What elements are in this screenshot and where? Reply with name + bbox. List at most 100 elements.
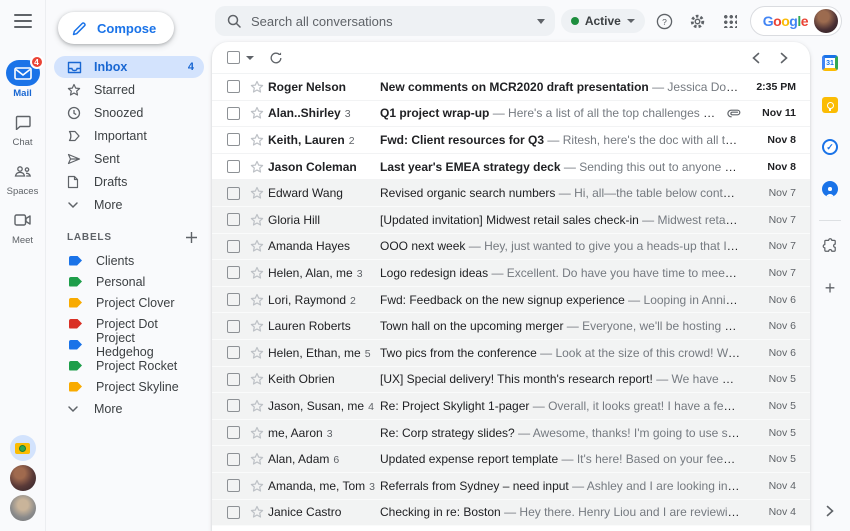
sidebar-label-item[interactable]: Project Hedgehog bbox=[54, 331, 204, 359]
apps-button[interactable] bbox=[717, 7, 744, 35]
star-toggle[interactable] bbox=[250, 133, 264, 147]
star-toggle[interactable] bbox=[250, 80, 264, 94]
rail-item-spaces[interactable]: Spaces bbox=[6, 158, 40, 197]
row-checkbox[interactable] bbox=[227, 239, 240, 253]
row-checkbox[interactable] bbox=[227, 399, 240, 413]
row-checkbox[interactable] bbox=[227, 266, 240, 280]
star-toggle[interactable] bbox=[250, 239, 264, 253]
row-checkbox[interactable] bbox=[227, 479, 240, 493]
row-checkbox[interactable] bbox=[227, 160, 240, 174]
avatar-contact-1[interactable] bbox=[9, 465, 36, 491]
rail-label-meet: Meet bbox=[11, 235, 34, 246]
star-toggle[interactable] bbox=[250, 266, 264, 280]
puzzle-icon bbox=[822, 237, 836, 252]
email-row[interactable]: Keith, Lauren 2 Fwd: Client resources fo… bbox=[212, 127, 810, 154]
sidebar-item-starred[interactable]: Starred bbox=[54, 79, 204, 101]
star-toggle[interactable] bbox=[250, 106, 264, 120]
help-button[interactable]: ? bbox=[651, 7, 678, 35]
email-row[interactable]: Jason Coleman Last year's EMEA strategy … bbox=[212, 154, 810, 181]
star-toggle[interactable] bbox=[250, 479, 264, 493]
email-row[interactable]: Alan..Shirley 3 Q1 project wrap-up — Her… bbox=[212, 101, 810, 128]
email-row[interactable]: Janice Castro Checking in re: Boston — H… bbox=[212, 499, 810, 527]
email-row[interactable]: Roger Nelson New comments on MCR2020 dra… bbox=[212, 74, 810, 101]
row-checkbox[interactable] bbox=[227, 505, 240, 519]
email-row[interactable]: Amanda, me, Tom 3 Referrals from Sydney … bbox=[212, 472, 810, 500]
star-toggle[interactable] bbox=[250, 213, 264, 227]
star-toggle[interactable] bbox=[250, 186, 264, 200]
email-row[interactable]: Lauren Roberts Town hall on the upcoming… bbox=[212, 313, 810, 340]
contacts-button[interactable] bbox=[819, 178, 841, 200]
sidebar-label-item[interactable]: Project Skyline bbox=[54, 376, 204, 397]
row-checkbox[interactable] bbox=[227, 186, 240, 200]
row-checkbox[interactable] bbox=[227, 426, 240, 440]
sidebar-label-item[interactable]: Project Clover bbox=[54, 292, 204, 313]
addons-button[interactable] bbox=[819, 235, 841, 257]
status-selector[interactable]: Active bbox=[560, 9, 645, 33]
email-row[interactable]: Helen, Alan, me 3 Logo redesign ideas — … bbox=[212, 260, 810, 287]
star-toggle[interactable] bbox=[250, 426, 264, 440]
sidebar-item-more[interactable]: More bbox=[54, 194, 204, 216]
row-checkbox[interactable] bbox=[227, 319, 240, 333]
row-checkbox[interactable] bbox=[227, 80, 240, 94]
star-toggle[interactable] bbox=[250, 452, 264, 466]
star-toggle[interactable] bbox=[250, 372, 264, 386]
rail-item-chat[interactable]: Chat bbox=[6, 109, 40, 148]
calendar-button[interactable]: 31 bbox=[819, 52, 841, 74]
row-checkbox[interactable] bbox=[227, 133, 240, 147]
select-caret-icon[interactable] bbox=[246, 55, 254, 60]
row-checkbox[interactable] bbox=[227, 213, 240, 227]
older-page-button[interactable] bbox=[772, 46, 796, 70]
account-chip[interactable]: Google bbox=[749, 6, 843, 36]
email-row[interactable]: Gloria Hill [Updated invitation] Midwest… bbox=[212, 206, 810, 234]
sidebar-label-item[interactable]: Clients bbox=[54, 250, 204, 271]
main-menu-button[interactable] bbox=[0, 0, 46, 42]
email-date: Nov 6 bbox=[768, 293, 796, 306]
star-toggle[interactable] bbox=[250, 346, 264, 360]
compose-button[interactable]: Compose bbox=[58, 12, 175, 44]
rail-item-mail[interactable]: 4 Mail bbox=[5, 55, 44, 99]
row-checkbox[interactable] bbox=[227, 293, 240, 307]
tasks-button[interactable]: ✓ bbox=[819, 136, 841, 158]
row-checkbox[interactable] bbox=[227, 346, 240, 360]
sidebar-label-item[interactable]: Personal bbox=[54, 271, 204, 292]
star-toggle[interactable] bbox=[250, 319, 264, 333]
refresh-button[interactable] bbox=[264, 46, 288, 70]
email-row[interactable]: Lori, Raymond 2 Fwd: Feedback on the new… bbox=[212, 286, 810, 314]
row-checkbox[interactable] bbox=[227, 372, 240, 386]
row-checkbox[interactable] bbox=[227, 106, 240, 120]
email-sender: Helen, Ethan, me bbox=[268, 345, 361, 360]
sidebar-item-important[interactable]: Important bbox=[54, 125, 204, 147]
email-row[interactable]: Jason, Susan, me 4 Re: Project Skylight … bbox=[212, 393, 810, 420]
avatar-camera[interactable] bbox=[9, 435, 36, 461]
avatar-contact-2[interactable] bbox=[9, 495, 36, 521]
email-row[interactable]: Edward Wang Revised organic search numbe… bbox=[212, 180, 810, 207]
collapse-panel-button[interactable] bbox=[825, 505, 835, 517]
star-toggle[interactable] bbox=[250, 505, 264, 519]
labels-more[interactable]: More bbox=[54, 398, 204, 420]
add-panel-app-button[interactable]: + bbox=[819, 277, 841, 299]
search-options-caret-icon[interactable] bbox=[536, 18, 545, 24]
search-input[interactable] bbox=[251, 13, 527, 29]
email-row[interactable]: me, Aaron 3 Re: Corp strategy slides? — … bbox=[212, 419, 810, 447]
star-toggle[interactable] bbox=[250, 160, 264, 174]
keep-button[interactable] bbox=[819, 94, 841, 116]
add-label-button[interactable] bbox=[185, 231, 198, 244]
select-all-checkbox[interactable] bbox=[227, 51, 240, 64]
row-checkbox[interactable] bbox=[227, 452, 240, 466]
search-bar[interactable] bbox=[215, 6, 555, 36]
sidebar-item-sent[interactable]: Sent bbox=[54, 148, 204, 170]
sidebar-item-drafts[interactable]: Drafts bbox=[54, 171, 204, 193]
email-row[interactable]: Keith Obrien [UX] Special delivery! This… bbox=[212, 366, 810, 394]
newer-page-button[interactable] bbox=[744, 46, 768, 70]
settings-button[interactable] bbox=[684, 7, 711, 35]
email-row[interactable]: Amanda Hayes OOO next week — Hey, just w… bbox=[212, 233, 810, 261]
star-toggle[interactable] bbox=[250, 399, 264, 413]
email-row[interactable]: Helen, Ethan, me 5 Two pics from the con… bbox=[212, 339, 810, 367]
email-row[interactable]: Alan, Adam 6 Updated expense report temp… bbox=[212, 446, 810, 473]
sidebar-item-snoozed[interactable]: Snoozed bbox=[54, 102, 204, 124]
star-toggle[interactable] bbox=[250, 293, 264, 307]
sidebar-item-inbox[interactable]: Inbox 4 bbox=[54, 56, 204, 78]
rail-item-meet[interactable]: Meet bbox=[6, 207, 40, 246]
user-avatar[interactable] bbox=[814, 9, 839, 33]
email-date: Nov 7 bbox=[768, 213, 796, 226]
